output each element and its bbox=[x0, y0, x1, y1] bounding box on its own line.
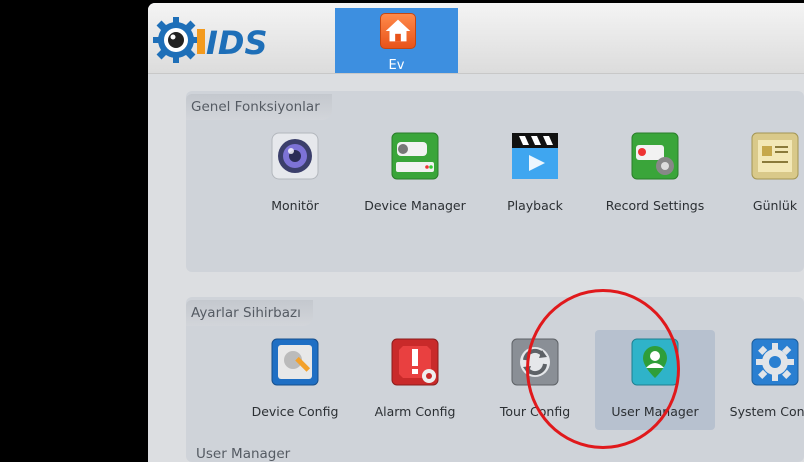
general-functions-panel: Genel Fonksiyonlar Monitör Device Manage… bbox=[186, 91, 804, 272]
record-settings-label: Record Settings bbox=[605, 198, 705, 213]
tab-home-label: Ev bbox=[388, 58, 405, 73]
ids-logo: IDS bbox=[153, 17, 268, 63]
alarm-config-icon bbox=[391, 338, 439, 386]
general-functions-title: Genel Fonksiyonlar bbox=[186, 94, 332, 120]
alarm-config-label: Alarm Config bbox=[374, 404, 456, 419]
log-item[interactable]: Günlük bbox=[725, 130, 804, 230]
ids-client-window: IDS Ev Genel Fonksiyonlar Monitör Device… bbox=[148, 3, 804, 462]
playback-item[interactable]: Playback bbox=[485, 130, 585, 230]
tab-home[interactable]: Ev bbox=[335, 8, 458, 73]
device-config-icon bbox=[271, 338, 319, 386]
red-annotation-circle bbox=[526, 289, 680, 449]
device-manager-icon bbox=[391, 132, 439, 180]
system-config-item[interactable]: System Config bbox=[725, 336, 804, 436]
top-bar: IDS Ev bbox=[148, 3, 804, 74]
log-label: Günlük bbox=[752, 198, 798, 213]
system-config-gear-icon bbox=[751, 338, 799, 386]
device-config-label: Device Config bbox=[251, 404, 339, 419]
monitor-item[interactable]: Monitör bbox=[245, 130, 345, 230]
device-config-item[interactable]: Device Config bbox=[245, 336, 345, 436]
settings-wizard-title: Ayarlar Sihirbazı bbox=[186, 300, 313, 326]
device-manager-item[interactable]: Device Manager bbox=[364, 130, 466, 230]
logo-wordmark: IDS bbox=[206, 24, 268, 62]
monitor-lens-icon bbox=[271, 132, 319, 180]
log-book-icon bbox=[751, 132, 799, 180]
logo-gear-icon bbox=[153, 17, 199, 63]
record-settings-item[interactable]: Record Settings bbox=[605, 130, 705, 230]
record-settings-icon bbox=[631, 132, 679, 180]
system-config-label: System Config bbox=[729, 404, 804, 419]
monitor-label: Monitör bbox=[271, 198, 319, 213]
playback-label: Playback bbox=[507, 198, 563, 213]
playback-clapper-icon bbox=[512, 133, 558, 179]
status-text: User Manager bbox=[196, 446, 291, 462]
device-manager-label: Device Manager bbox=[364, 198, 466, 213]
home-icon bbox=[380, 13, 416, 49]
settings-wizard-panel: Ayarlar Sihirbazı Device Config Alarm Co… bbox=[186, 297, 804, 462]
alarm-config-item[interactable]: Alarm Config bbox=[365, 336, 465, 436]
